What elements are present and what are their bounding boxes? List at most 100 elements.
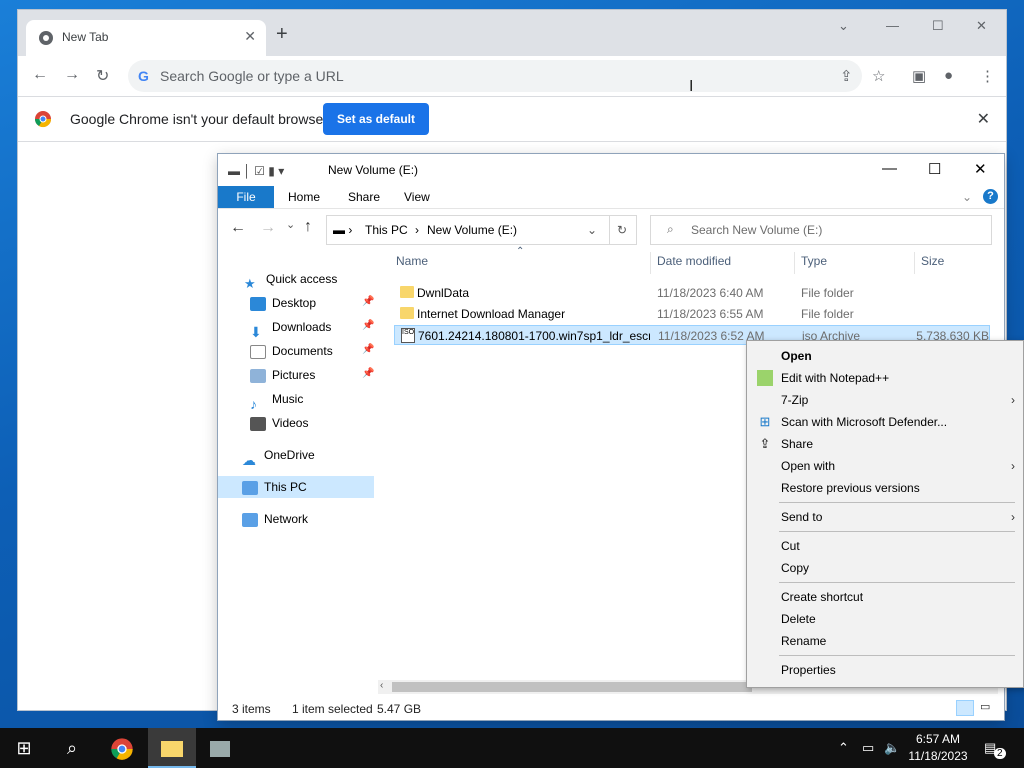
- search-box[interactable]: ⌕ Search New Volume (E:): [650, 215, 992, 245]
- nav-videos[interactable]: Videos: [250, 412, 308, 434]
- reload-icon[interactable]: ↻: [96, 66, 109, 86]
- new-tab-button[interactable]: +: [276, 24, 288, 44]
- column-size[interactable]: Size: [921, 254, 944, 268]
- document-icon: [250, 344, 266, 359]
- menu-dots-icon[interactable]: ⋮: [980, 67, 995, 85]
- pin-icon[interactable]: 📌: [362, 368, 374, 379]
- nav-documents[interactable]: Documents: [250, 340, 333, 362]
- volume-muted-icon[interactable]: 🔈: [884, 740, 900, 756]
- column-divider[interactable]: [650, 252, 651, 274]
- column-type[interactable]: Type: [801, 254, 827, 268]
- address-dropdown-icon[interactable]: ⌄: [587, 223, 597, 237]
- menu-7zip[interactable]: 7-Zip ›: [747, 389, 1023, 411]
- menu-label: Delete: [781, 612, 816, 626]
- scroll-left-icon[interactable]: ‹: [380, 680, 383, 691]
- scrollbar-thumb[interactable]: [392, 682, 752, 692]
- menu-edit-notepad[interactable]: Edit with Notepad++: [747, 367, 1023, 389]
- tab-new-tab[interactable]: New Tab ✕: [26, 20, 266, 56]
- ribbon-expand-icon[interactable]: ⌄: [962, 190, 972, 204]
- close-window-icon[interactable]: ✕: [976, 18, 987, 34]
- menu-send-to[interactable]: Send to ›: [747, 506, 1023, 528]
- maximize-icon[interactable]: ☐: [932, 18, 944, 34]
- folder-icon: [161, 741, 183, 758]
- file-row[interactable]: Internet Download Manager 11/18/2023 6:5…: [394, 304, 990, 324]
- nav-downloads[interactable]: ⬇ Downloads: [250, 316, 331, 340]
- explorer-close-icon[interactable]: ✕: [974, 160, 987, 178]
- large-icons-view-icon[interactable]: ▭: [980, 700, 990, 713]
- taskbar: ⊞ ⌕ ⌃ ▭ 🔈 6:57 AM 11/18/2023 ▤ 2: [0, 728, 1024, 768]
- search-icon: ⌕: [667, 222, 674, 236]
- ribbon-tab-home[interactable]: Home: [288, 190, 320, 204]
- breadcrumb-separator-icon: ›: [415, 223, 419, 237]
- chrome-logo-icon: [111, 738, 133, 761]
- menu-scan-defender[interactable]: ⊞ Scan with Microsoft Defender...: [747, 411, 1023, 433]
- file-row[interactable]: DwnlData 11/18/2023 6:40 AM File folder: [394, 283, 990, 303]
- menu-copy[interactable]: Copy: [747, 557, 1023, 579]
- set-as-default-button[interactable]: Set as default: [323, 103, 429, 135]
- menu-label: Rename: [781, 634, 827, 648]
- menu-share[interactable]: ⇪ Share: [747, 433, 1023, 455]
- share-icon[interactable]: ⇪: [840, 67, 853, 85]
- column-date-modified[interactable]: Date modified: [657, 254, 731, 268]
- omnibox[interactable]: G Search Google or type a URL ⇪: [128, 60, 862, 92]
- explorer-back-icon[interactable]: ←: [230, 219, 246, 237]
- network-tray-icon[interactable]: ▭: [862, 740, 874, 756]
- start-windows-icon[interactable]: ⊞: [0, 728, 48, 768]
- search-magnifier-icon[interactable]: ⌕: [48, 728, 96, 768]
- menu-separator: [779, 531, 1015, 532]
- menu-rename[interactable]: Rename: [747, 630, 1023, 652]
- ribbon-tab-share[interactable]: Share: [348, 190, 380, 204]
- breadcrumb-new-volume[interactable]: New Volume (E:): [427, 223, 517, 237]
- tab-search-icon[interactable]: ⌄: [838, 18, 849, 34]
- side-panel-icon[interactable]: ▣: [912, 67, 926, 85]
- nav-quick-access[interactable]: ★ Quick access: [244, 268, 337, 291]
- menu-properties[interactable]: Properties: [747, 659, 1023, 681]
- refresh-icon[interactable]: ↻: [608, 215, 637, 245]
- explorer-minimize-icon[interactable]: —: [882, 160, 897, 177]
- nav-pictures[interactable]: Pictures: [250, 364, 315, 386]
- menu-open-with[interactable]: Open with ›: [747, 455, 1023, 477]
- menu-separator: [779, 655, 1015, 656]
- details-view-icon[interactable]: [956, 700, 974, 716]
- tab-close-icon[interactable]: ✕: [244, 28, 256, 45]
- pin-icon[interactable]: 📌: [362, 344, 374, 355]
- nav-music[interactable]: ♪ Music: [250, 388, 303, 412]
- bookmark-star-icon[interactable]: ☆: [872, 67, 885, 85]
- infobar-close-icon[interactable]: ✕: [977, 109, 990, 129]
- menu-cut[interactable]: Cut: [747, 535, 1023, 557]
- tray-chevron-up-icon[interactable]: ⌃: [838, 740, 849, 756]
- pin-icon[interactable]: 📌: [362, 320, 374, 331]
- ribbon-tab-view[interactable]: View: [404, 190, 430, 204]
- menu-create-shortcut[interactable]: Create shortcut: [747, 586, 1023, 608]
- taskbar-clock[interactable]: 6:57 AM 11/18/2023: [902, 731, 974, 765]
- nav-onedrive[interactable]: ☁ OneDrive: [242, 444, 315, 468]
- back-icon[interactable]: ←: [32, 66, 48, 84]
- explorer-forward-icon[interactable]: →: [260, 219, 276, 237]
- menu-restore-versions[interactable]: Restore previous versions: [747, 477, 1023, 499]
- quick-access-toolbar-icon[interactable]: ▬ │ ☑ ▮ ▾: [228, 164, 284, 178]
- recent-locations-icon[interactable]: ⌄: [286, 218, 295, 231]
- profile-avatar-icon[interactable]: ●: [944, 67, 953, 84]
- nav-network[interactable]: Network: [242, 508, 308, 530]
- breadcrumb-this-pc[interactable]: This PC: [365, 223, 408, 237]
- menu-delete[interactable]: Delete: [747, 608, 1023, 630]
- column-divider[interactable]: [914, 252, 915, 274]
- minimize-icon[interactable]: —: [886, 18, 899, 33]
- explorer-maximize-icon[interactable]: ☐: [928, 160, 941, 178]
- nav-this-pc[interactable]: This PC: [218, 476, 374, 498]
- nav-desktop[interactable]: Desktop: [250, 292, 316, 314]
- column-name[interactable]: Name: [396, 254, 428, 268]
- taskbar-file-explorer-icon[interactable]: [148, 728, 196, 768]
- ribbon-tabs: File Home Share View ⌄ ?: [218, 186, 1004, 209]
- pin-icon[interactable]: 📌: [362, 296, 374, 307]
- address-bar[interactable]: ▬ › This PC › New Volume (E:) ⌄: [326, 215, 610, 245]
- drive-icon: ▬ ›: [333, 223, 353, 237]
- forward-icon[interactable]: →: [64, 66, 80, 84]
- help-icon[interactable]: ?: [983, 189, 998, 204]
- ribbon-tab-file[interactable]: File: [218, 186, 274, 208]
- up-folder-icon[interactable]: ↑: [304, 218, 312, 236]
- taskbar-chrome-icon[interactable]: [98, 728, 146, 768]
- taskbar-installer-icon[interactable]: [196, 728, 244, 768]
- menu-open[interactable]: Open: [747, 345, 1023, 367]
- column-divider[interactable]: [794, 252, 795, 274]
